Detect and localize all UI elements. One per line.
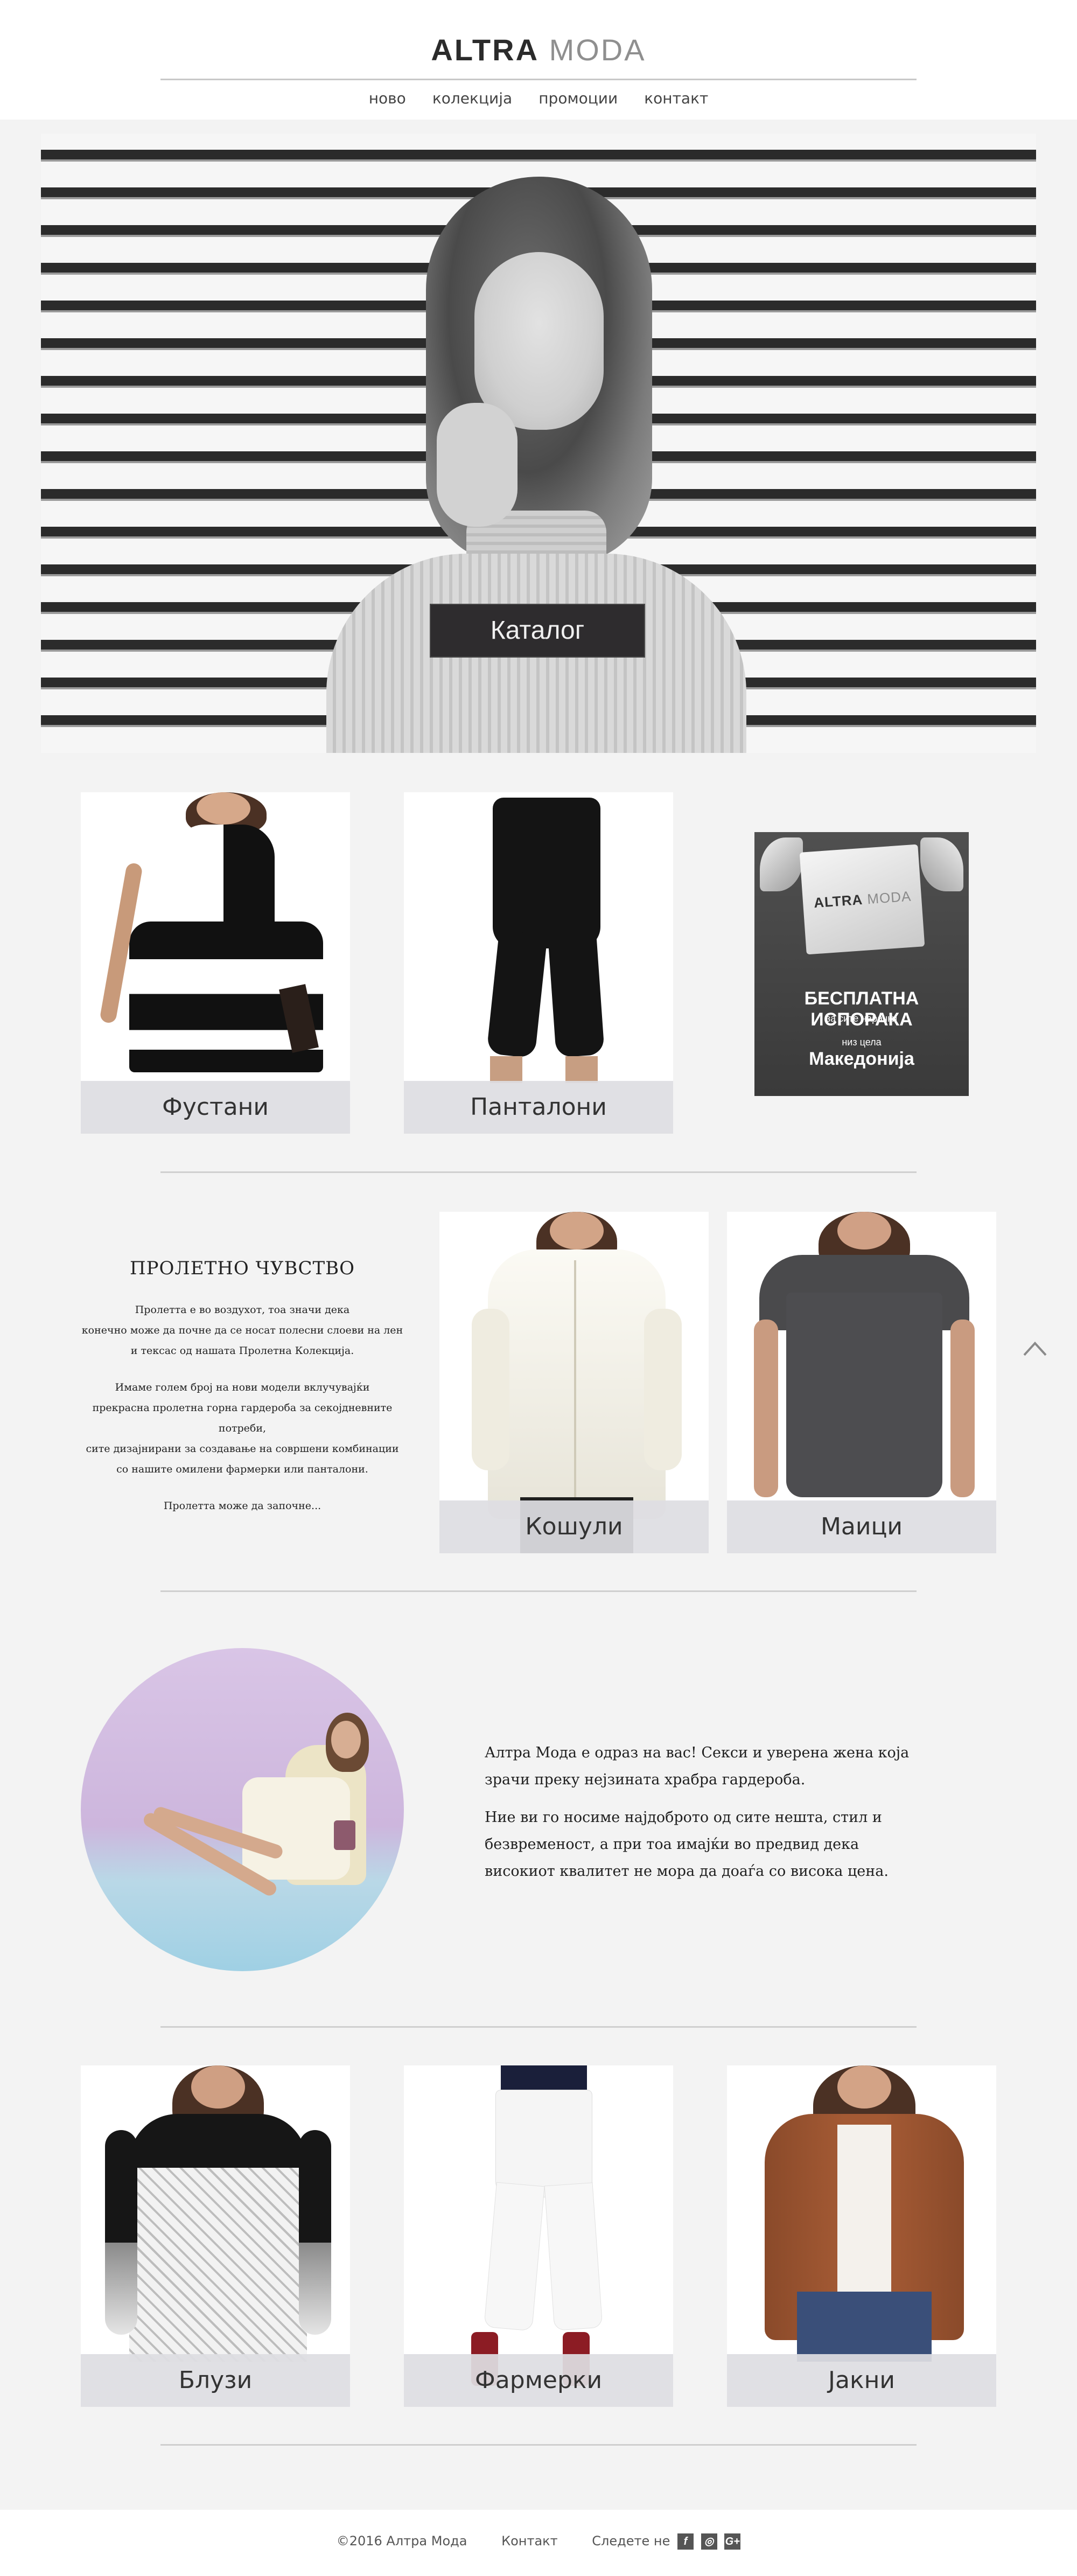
- shopping-bag-icon: ALTRA MODA: [799, 844, 925, 955]
- follow-us: Следете не f ◎ G+: [592, 2533, 741, 2550]
- product-card-shirts[interactable]: Кошули: [439, 1212, 709, 1553]
- hero-model-hand: [437, 403, 517, 527]
- product-card-pants[interactable]: Панталони: [404, 792, 673, 1134]
- wing-left-icon: [760, 837, 803, 891]
- spring-collection-text: ПРОЛЕТНО ЧУВСТВО Пролетта е во воздухот,…: [81, 1258, 404, 1516]
- footer-content: ©2016 Алтра Мода Контакт Следете не f ◎ …: [0, 2533, 1077, 2550]
- product-card-jeans[interactable]: Фармерки: [404, 2065, 673, 2407]
- footer-contact-link[interactable]: Контакт: [501, 2533, 558, 2549]
- catalog-button[interactable]: Каталог: [430, 604, 645, 658]
- main-nav: ново колекција промоции контакт: [0, 89, 1077, 107]
- product-label-tshirts: Маици: [727, 1500, 996, 1553]
- google-plus-icon[interactable]: G+: [724, 2533, 741, 2550]
- promo-region-label: низ цела: [842, 1037, 882, 1048]
- product-label-dresses: Фустани: [81, 1081, 350, 1134]
- section-divider: [160, 2444, 917, 2446]
- product-label-pants: Панталони: [404, 1081, 673, 1134]
- logo-part-moda: MODA: [549, 33, 646, 67]
- promo-subtitle: за сите нарачки: [826, 1013, 898, 1024]
- logo-part-altra: ALTRA: [431, 33, 540, 67]
- bag-logo: ALTRA MODA: [813, 888, 912, 911]
- product-card-blouses[interactable]: Блузи: [81, 2065, 350, 2407]
- promo-region: Македонија: [809, 1049, 914, 1069]
- spring-paragraph-3: Пролетта може да започне...: [163, 1500, 321, 1512]
- header-divider: [160, 79, 917, 80]
- spring-title: ПРОЛЕТНО ЧУВСТВО: [130, 1258, 355, 1279]
- product-card-jackets[interactable]: Јакни: [727, 2065, 996, 2407]
- nav-link-novo[interactable]: ново: [369, 89, 406, 107]
- product-card-dresses[interactable]: Фустани: [81, 792, 350, 1134]
- nav-link-kolekcija[interactable]: колекција: [432, 89, 512, 107]
- facebook-icon[interactable]: f: [677, 2533, 694, 2550]
- about-paragraph-1: Алтра Мода е одраз на вас! Секси и увере…: [485, 1744, 910, 1788]
- hero-banner: Каталог: [41, 134, 1036, 753]
- hero-model-face: [474, 252, 604, 430]
- wing-right-icon: [920, 837, 963, 891]
- product-label-jeans: Фармерки: [404, 2354, 673, 2407]
- about-paragraph-2: Ние ви го носиме најдоброто од сите нешт…: [485, 1809, 889, 1880]
- section-divider: [160, 2026, 917, 2028]
- product-label-jackets: Јакни: [727, 2354, 996, 2407]
- section-divider: [160, 1171, 917, 1173]
- product-card-tshirts[interactable]: Маици: [727, 1212, 996, 1553]
- product-label-shirts: Кошули: [439, 1500, 709, 1553]
- site-logo[interactable]: ALTRA MODA: [0, 32, 1077, 67]
- spring-paragraph-1: Пролетта е во воздухот, тоа значи дека к…: [81, 1304, 403, 1357]
- section-divider: [160, 1590, 917, 1592]
- about-text: Алтра Мода е одраз на вас! Секси и увере…: [485, 1740, 926, 1885]
- nav-link-promocii[interactable]: промоции: [538, 89, 618, 107]
- product-label-blouses: Блузи: [81, 2354, 350, 2407]
- spring-paragraph-2: Имаме голем број на нови модели вклучува…: [86, 1381, 399, 1475]
- free-shipping-banner[interactable]: ALTRA MODA БЕСПЛАТНА ИСПОРАКА за сите на…: [754, 832, 969, 1096]
- copyright-text: ©2016 Алтра Мода: [336, 2533, 467, 2549]
- site-header: ALTRA MODA ново колекција промоции конта…: [0, 0, 1077, 120]
- about-model-photo: [81, 1648, 404, 1971]
- instagram-icon[interactable]: ◎: [701, 2533, 717, 2550]
- site-footer: ©2016 Алтра Мода Контакт Следете не f ◎ …: [0, 2510, 1077, 2576]
- nav-link-kontakt[interactable]: контакт: [644, 89, 708, 107]
- scroll-up-icon[interactable]: [1022, 1336, 1048, 1362]
